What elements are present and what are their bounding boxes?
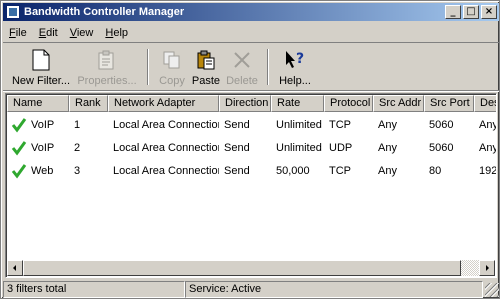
- column-header-network-adapter[interactable]: Network Adapter: [108, 95, 219, 112]
- column-header-dest[interactable]: Dest: [474, 95, 496, 112]
- table-row[interactable]: VoIP 2 Local Area Connection Send Unlimi…: [7, 136, 496, 159]
- window-title: Bandwidth Controller Manager: [24, 6, 185, 18]
- delete-button[interactable]: Delete: [223, 45, 261, 89]
- minimize-icon: _: [450, 6, 456, 17]
- resize-grip-icon[interactable]: [485, 283, 499, 297]
- help-button[interactable]: ? Help...: [275, 45, 315, 89]
- menu-bar: File Edit View Help: [3, 23, 499, 43]
- table-row[interactable]: Web 3 Local Area Connection Send 50,000 …: [7, 159, 496, 182]
- horizontal-scrollbar[interactable]: [7, 260, 495, 276]
- close-button[interactable]: ×: [481, 5, 497, 19]
- arrow-left-icon: [13, 265, 16, 271]
- new-document-icon: [30, 49, 52, 71]
- title-bar[interactable]: Bandwidth Controller Manager _ □ ×: [3, 3, 499, 21]
- scroll-right-button[interactable]: [479, 260, 495, 276]
- column-header-rate[interactable]: Rate: [271, 95, 324, 112]
- table-row[interactable]: VoIP 1 Local Area Connection Send Unlimi…: [7, 113, 496, 136]
- column-header-rank[interactable]: Rank: [69, 95, 108, 112]
- column-header-protocol[interactable]: Protocol: [324, 95, 373, 112]
- column-header-direction[interactable]: Direction: [219, 95, 271, 112]
- new-filter-button[interactable]: New Filter...: [9, 45, 73, 89]
- app-icon: [6, 5, 20, 19]
- maximize-icon: □: [466, 6, 476, 17]
- status-bar: 3 filters total Service: Active: [3, 281, 499, 298]
- paste-button[interactable]: Paste: [189, 45, 223, 89]
- enabled-check-icon: [11, 117, 27, 132]
- scroll-thumb[interactable]: [23, 260, 461, 276]
- maximize-button[interactable]: □: [463, 5, 479, 19]
- toolbar: New Filter... Properties... Copy Paste D…: [3, 45, 499, 91]
- properties-button[interactable]: Properties...: [73, 45, 141, 89]
- delete-icon: [231, 49, 253, 71]
- menu-file[interactable]: File: [3, 27, 33, 39]
- filter-list[interactable]: Name Rank Network Adapter Direction Rate…: [5, 93, 497, 278]
- toolbar-separator: [267, 49, 269, 85]
- paste-icon: [195, 49, 217, 71]
- close-icon: ×: [484, 6, 494, 17]
- arrow-right-icon: [486, 265, 489, 271]
- enabled-check-icon: [11, 163, 27, 178]
- copy-icon: [161, 49, 183, 71]
- list-header: Name Rank Network Adapter Direction Rate…: [7, 95, 496, 112]
- filter-count-status: 3 filters total: [3, 281, 185, 298]
- copy-button[interactable]: Copy: [155, 45, 189, 89]
- column-header-src-port[interactable]: Src Port: [424, 95, 474, 112]
- minimize-button[interactable]: _: [445, 5, 461, 19]
- toolbar-separator: [147, 49, 149, 85]
- service-status: Service: Active: [185, 281, 483, 298]
- scroll-left-button[interactable]: [7, 260, 23, 276]
- menu-edit[interactable]: Edit: [33, 27, 64, 39]
- menu-view[interactable]: View: [64, 27, 100, 39]
- app-window: Bandwidth Controller Manager _ □ × File …: [0, 0, 500, 299]
- svg-text:?: ?: [296, 51, 304, 67]
- scroll-track[interactable]: [23, 260, 479, 276]
- column-header-src-addr[interactable]: Src Addr: [373, 95, 424, 112]
- help-arrow-icon: ?: [284, 49, 306, 71]
- properties-icon: [96, 49, 118, 71]
- menu-help[interactable]: Help: [99, 27, 134, 39]
- column-header-name[interactable]: Name: [7, 95, 69, 112]
- enabled-check-icon: [11, 140, 27, 155]
